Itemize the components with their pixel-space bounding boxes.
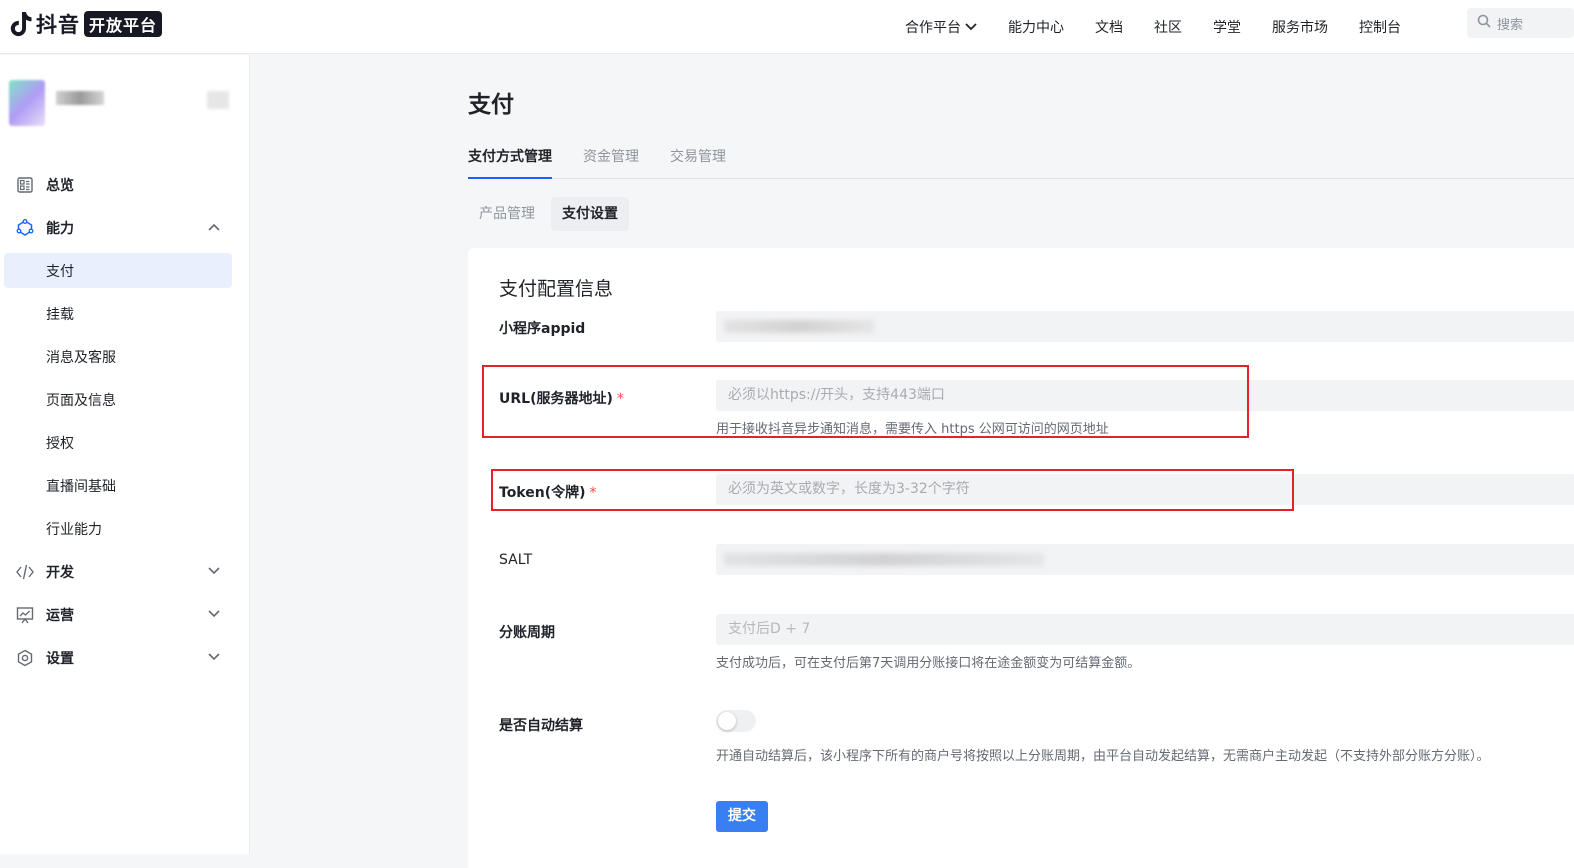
page-title: 支付 xyxy=(468,92,514,118)
operations-icon xyxy=(16,606,34,624)
auto-settle-label: 是否自动结算 xyxy=(499,715,583,735)
url-highlight-box xyxy=(482,365,1249,438)
subtab-payment-settings[interactable]: 支付设置 xyxy=(551,197,629,231)
sidebar-item-label: 开发 xyxy=(46,564,74,581)
sidebar-item-label: 设置 xyxy=(46,650,74,667)
auto-settle-label-text: 是否自动结算 xyxy=(499,718,583,734)
chevron-down-icon xyxy=(208,650,220,664)
subtab-bar: 产品管理 支付设置 xyxy=(468,197,634,231)
sidebar-item-overview[interactable]: 总览 xyxy=(0,163,250,206)
chevron-down-icon xyxy=(208,564,220,578)
settlement-cycle-value: 支付后D + 7 xyxy=(728,621,811,637)
capability-icon xyxy=(16,218,34,237)
sidebar-item-label: 总览 xyxy=(46,177,74,194)
sidebar-item-label: 直播间基础 xyxy=(46,478,116,495)
salt-field xyxy=(716,544,1574,575)
sidebar-item-mount[interactable]: 挂载 xyxy=(0,292,250,335)
chevron-up-icon xyxy=(208,220,220,234)
settlement-cycle-label: 分账周期 xyxy=(499,622,555,642)
nav-community[interactable]: 社区 xyxy=(1154,17,1182,37)
tab-bar: 支付方式管理 资金管理 交易管理 xyxy=(468,145,1574,179)
subtab-product-management[interactable]: 产品管理 xyxy=(468,197,546,231)
nav-academy[interactable]: 学堂 xyxy=(1213,17,1241,37)
sidebar-item-label: 支付 xyxy=(46,263,74,280)
nav-item-label: 合作平台 xyxy=(905,20,961,36)
payment-config-card: 支付配置信息 小程序appid URL(服务器地址) * 必须以https://开… xyxy=(468,248,1574,868)
app-avatar xyxy=(9,80,45,126)
sidebar: 总览 能力 支付 挂载 消息及客服 页面及信息 授权 直播间基础 行业能力 开发 xyxy=(0,55,250,854)
sidebar-item-pages[interactable]: 页面及信息 xyxy=(0,378,250,421)
appid-label: 小程序appid xyxy=(499,318,585,338)
douyin-open-platform-logo[interactable]: 抖音 开放平台 xyxy=(8,10,163,38)
sidebar-item-industry[interactable]: 行业能力 xyxy=(0,507,250,550)
search-box[interactable]: 搜索 xyxy=(1467,8,1574,38)
nav-item-label: 社区 xyxy=(1154,20,1182,36)
chevron-down-icon xyxy=(208,607,220,621)
main-nav: 合作平台 能力中心 文档 社区 学堂 服务市场 控制台 xyxy=(905,0,1432,54)
sidebar-item-capability[interactable]: 能力 xyxy=(0,206,250,249)
search-placeholder: 搜索 xyxy=(1497,17,1524,33)
auto-settle-hint: 开通自动结算后，该小程序下所有的商户号将按照以上分账周期，由平台自动发起结算，无… xyxy=(716,749,1490,764)
sidebar-item-label: 能力 xyxy=(46,220,74,237)
appid-value-redacted xyxy=(724,320,874,333)
card-title: 支付配置信息 xyxy=(499,278,614,300)
nav-capability-center[interactable]: 能力中心 xyxy=(1008,17,1064,37)
sidebar-item-label: 授权 xyxy=(46,435,74,452)
nav-service-market[interactable]: 服务市场 xyxy=(1272,17,1328,37)
tab-payment-method-management[interactable]: 支付方式管理 xyxy=(468,145,552,179)
sidebar-item-label: 挂载 xyxy=(46,306,74,323)
toggle-knob xyxy=(718,712,736,730)
sidebar-item-live-room[interactable]: 直播间基础 xyxy=(0,464,250,507)
logo-badge: 开放平台 xyxy=(84,11,163,37)
salt-value-redacted xyxy=(724,553,1044,566)
nav-item-label: 能力中心 xyxy=(1008,20,1064,36)
sidebar-item-label: 行业能力 xyxy=(46,521,102,538)
sidebar-item-messages[interactable]: 消息及客服 xyxy=(0,335,250,378)
appid-label-text: 小程序appid xyxy=(499,321,586,337)
search-icon xyxy=(1477,14,1497,32)
tab-transaction-management[interactable]: 交易管理 xyxy=(670,145,726,179)
main-content: 支付 支付方式管理 资金管理 交易管理 产品管理 支付设置 支付配置信息 小程序… xyxy=(251,55,1574,868)
app-name-redacted xyxy=(56,91,104,105)
settings-icon xyxy=(16,649,34,667)
sidebar-item-settings[interactable]: 设置 xyxy=(0,636,250,679)
app-switcher-redacted[interactable] xyxy=(207,91,229,109)
nav-item-label: 文档 xyxy=(1095,20,1123,36)
settlement-cycle-field: 支付后D + 7 xyxy=(716,614,1574,645)
sidebar-item-operations[interactable]: 运营 xyxy=(0,593,250,636)
nav-partner-platform[interactable]: 合作平台 xyxy=(905,17,977,37)
douyin-logo-icon xyxy=(8,10,34,38)
token-highlight-box xyxy=(491,469,1294,511)
nav-item-label: 控制台 xyxy=(1359,20,1401,36)
submit-button[interactable]: 提交 xyxy=(716,801,768,832)
sidebar-menu: 总览 能力 支付 挂载 消息及客服 页面及信息 授权 直播间基础 行业能力 开发 xyxy=(0,163,250,679)
sidebar-item-payment[interactable]: 支付 xyxy=(4,253,232,288)
chevron-down-icon xyxy=(965,21,977,34)
nav-console[interactable]: 控制台 xyxy=(1359,17,1401,37)
top-navigation-bar: 抖音 开放平台 合作平台 能力中心 文档 社区 学堂 服务市场 控制台 搜索 xyxy=(0,0,1574,54)
settlement-cycle-label-text: 分账周期 xyxy=(499,625,555,641)
nav-item-label: 学堂 xyxy=(1213,20,1241,36)
sidebar-item-label: 运营 xyxy=(46,607,74,624)
settlement-cycle-hint: 支付成功后，可在支付后第7天调用分账接口将在途金额变为可结算金额。 xyxy=(716,656,1141,671)
sidebar-item-label: 页面及信息 xyxy=(46,392,116,409)
salt-label-text: SALT xyxy=(499,552,533,568)
sidebar-item-label: 消息及客服 xyxy=(46,349,116,366)
salt-label: SALT xyxy=(499,552,532,568)
auto-settle-toggle[interactable] xyxy=(716,710,756,732)
appid-field xyxy=(716,311,1574,342)
sidebar-item-auth[interactable]: 授权 xyxy=(0,421,250,464)
logo-text: 抖音 xyxy=(36,13,80,37)
sidebar-item-develop[interactable]: 开发 xyxy=(0,550,250,593)
code-icon xyxy=(16,563,34,581)
nav-item-label: 服务市场 xyxy=(1272,20,1328,36)
nav-docs[interactable]: 文档 xyxy=(1095,17,1123,37)
tab-fund-management[interactable]: 资金管理 xyxy=(583,145,639,179)
dashboard-icon xyxy=(16,176,34,194)
